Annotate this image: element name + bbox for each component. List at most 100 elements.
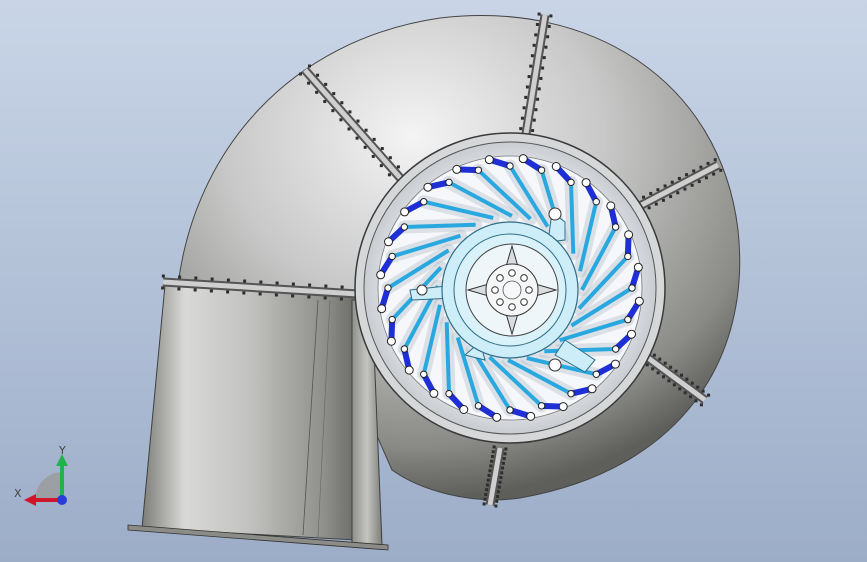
flange-bolt: [524, 95, 528, 99]
vane-pin: [633, 262, 643, 272]
flange-bolt: [489, 464, 493, 468]
flange-bolt: [697, 180, 701, 184]
regulating-pin-2: [416, 284, 428, 296]
flange-bolt: [663, 184, 667, 188]
regulating-pin-3: [548, 358, 562, 372]
vane-pin: [581, 178, 591, 188]
flange-bolt: [652, 353, 656, 357]
shaft-bolt: [520, 298, 528, 306]
flange-bolt: [696, 385, 700, 389]
flange-bolt: [519, 127, 523, 131]
vane-pivot: [628, 284, 636, 292]
flange-bolt: [670, 180, 674, 184]
vane-pivot: [445, 178, 453, 187]
vane-pivot: [567, 389, 575, 398]
flange-bolt: [699, 165, 703, 169]
flange-bolt: [177, 287, 181, 291]
shaft-bolt: [508, 303, 516, 311]
flange-bolt: [332, 92, 336, 96]
flange-bolt: [525, 85, 529, 89]
flange-bolt: [527, 75, 531, 79]
flange-bolt: [387, 173, 391, 177]
vane-pivot: [420, 198, 428, 206]
flange-bolt: [532, 43, 536, 47]
flange-bolt: [549, 14, 553, 18]
flange-bolt: [487, 473, 491, 477]
flange-bolt: [685, 377, 689, 381]
flange-bolt: [661, 198, 665, 202]
flange-bolt: [259, 280, 263, 284]
vane-pin: [484, 155, 494, 165]
shaft-bolt: [496, 298, 504, 306]
flange-bolt: [544, 45, 548, 49]
flange-bolt: [706, 161, 710, 165]
flange-bolt: [323, 296, 327, 300]
flange-bolt: [490, 454, 494, 458]
flange-bolt: [672, 383, 676, 387]
vane-pivot: [624, 315, 632, 324]
flange-bolt: [719, 168, 723, 172]
flange-bolt: [531, 129, 535, 133]
inlet-pipe[interactable]: [141, 284, 357, 541]
vane-pin: [459, 405, 469, 415]
vane-pin: [610, 359, 620, 369]
vane-pivot: [624, 252, 632, 261]
flange-bolt: [502, 457, 506, 461]
vane-pivot: [506, 162, 514, 170]
flange-bolt: [704, 176, 708, 180]
vane-pivot: [445, 389, 453, 398]
flange-bolt: [485, 488, 489, 492]
flange-bolt: [258, 292, 262, 296]
flange-bolt: [491, 450, 495, 454]
flange-bolt: [496, 495, 500, 499]
flange-bolt: [656, 371, 660, 375]
shaft-bolt: [525, 286, 533, 294]
flange-bolt: [537, 12, 541, 16]
flange-bolt: [539, 76, 543, 80]
flange-bolt: [492, 445, 496, 449]
flange-bolt: [298, 72, 302, 76]
flange-bolt: [275, 281, 279, 285]
flange-bolt: [372, 137, 376, 141]
flange-bolt: [379, 164, 383, 168]
flange-bolt: [642, 195, 646, 199]
flange-bolt: [647, 206, 651, 210]
flange-bolt: [496, 490, 500, 494]
flange-bolt: [291, 294, 295, 298]
spiral-casing-turbine-model[interactable]: Y X: [0, 0, 867, 562]
flange-bolt: [530, 54, 534, 58]
vane-pin: [624, 230, 634, 240]
vane-pin: [634, 296, 644, 306]
vane-pivot: [388, 315, 396, 324]
flange-bolt: [209, 289, 213, 293]
vane-pivot: [537, 166, 546, 174]
vane-pin: [429, 388, 439, 398]
flange-bolt: [690, 381, 694, 385]
flange-bolt: [363, 145, 367, 149]
flange-bolt: [210, 277, 214, 281]
flange-bolt: [308, 283, 312, 287]
vane-pivot: [567, 178, 575, 187]
flange-bolt: [694, 399, 698, 403]
vane-pivot: [611, 345, 620, 353]
flange-bolt: [483, 497, 487, 501]
flange-bolt: [504, 447, 508, 451]
flange-bolt: [348, 110, 352, 114]
flange-bolt: [522, 106, 526, 110]
vane-pin: [404, 365, 414, 375]
flange-bolt: [226, 290, 230, 294]
flange-bolt: [701, 389, 705, 393]
flange-bolt: [685, 173, 689, 177]
shaft-bolts: [491, 269, 533, 311]
flange-bolt: [178, 275, 182, 279]
cad-viewport[interactable]: Y X: [0, 0, 867, 562]
vane-pivot: [474, 402, 483, 410]
vane-pin: [383, 237, 393, 247]
vane-pivot: [611, 223, 620, 231]
flange-bolt: [242, 291, 246, 295]
regulating-pin-1: [548, 207, 562, 221]
shaft-bolt: [508, 269, 516, 277]
flange-bolt: [658, 357, 662, 361]
flange-bolt: [495, 499, 499, 503]
flange-bolt: [546, 35, 550, 39]
